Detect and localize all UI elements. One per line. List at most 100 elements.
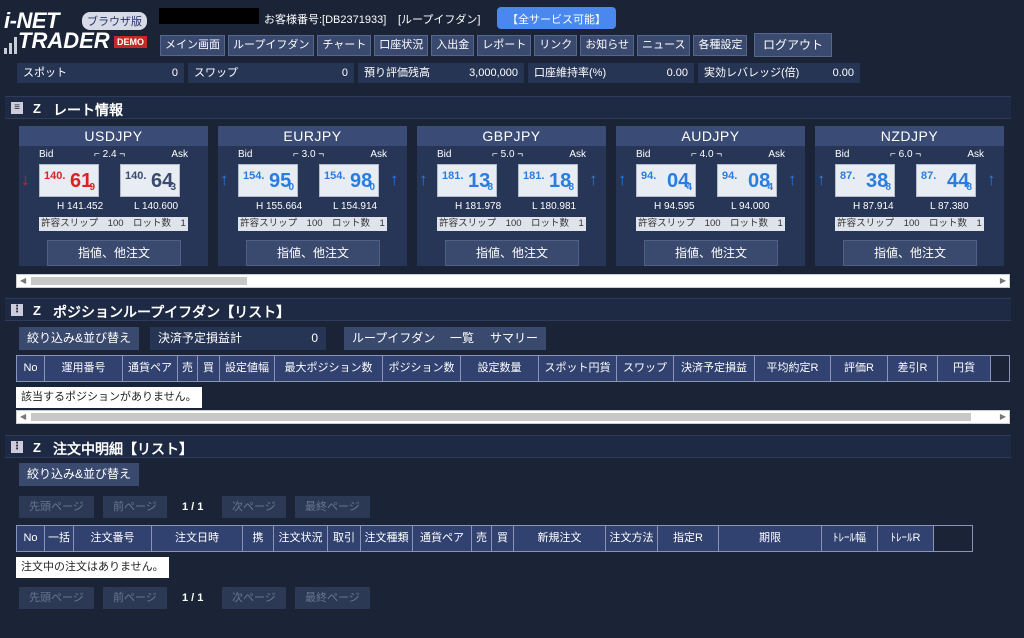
slippage-lot-info[interactable]: 許容スリップ 100 ロット数 1	[636, 217, 785, 231]
position-col-header[interactable]: 設定数量	[461, 356, 539, 381]
collapse-icon[interactable]: Z	[33, 101, 41, 116]
first-page-button-bottom[interactable]: 先頭ページ	[19, 587, 94, 609]
nav-loopifdone[interactable]: ループイフダン	[228, 35, 315, 56]
nav-link[interactable]: リンク	[534, 35, 578, 56]
collapse-icon[interactable]: Z	[33, 303, 41, 318]
order-col-header[interactable]: 一括	[45, 526, 74, 551]
position-col-header[interactable]: 売	[178, 356, 198, 381]
limit-order-button[interactable]: 指値、他注文	[47, 240, 181, 266]
service-badge[interactable]: 【全サービス可能】	[497, 7, 616, 29]
order-col-header[interactable]: 注文状況	[274, 526, 328, 551]
scroll-right-icon[interactable]: ▶	[1000, 412, 1006, 421]
bid-price-button[interactable]: 94. 04 4	[636, 164, 696, 197]
next-page-button[interactable]: 次ページ	[222, 496, 286, 518]
position-col-header[interactable]: 通貨ペア	[123, 356, 178, 381]
up-arrow-icon: ↑	[419, 170, 428, 189]
position-col-header[interactable]: 運用番号	[45, 356, 123, 381]
scroll-thumb[interactable]	[31, 277, 247, 285]
ask-price-button[interactable]: 87. 44 8	[916, 164, 976, 197]
order-col-header[interactable]: ﾄﾚｰﾙR	[878, 526, 934, 551]
position-col-header[interactable]: 決済予定損益	[674, 356, 755, 381]
bid-price-button[interactable]: 181. 13 8	[437, 164, 497, 197]
summary-button[interactable]: サマリー	[482, 327, 547, 350]
bid-price-button[interactable]: 154. 95 0	[238, 164, 298, 197]
order-col-header[interactable]: ﾄﾚｰﾙ幅	[822, 526, 878, 551]
scroll-left-icon[interactable]: ◀	[20, 412, 26, 421]
ask-price-button[interactable]: 181. 18 8	[518, 164, 578, 197]
nav-report[interactable]: レポート	[477, 35, 532, 56]
nav-deposit[interactable]: 入出金	[431, 35, 475, 56]
loop-button[interactable]: ループイフダン	[344, 327, 444, 350]
bid-label: Bid	[835, 149, 850, 160]
limit-order-button[interactable]: 指値、他注文	[246, 240, 380, 266]
scroll-thumb[interactable]	[31, 413, 971, 421]
order-filter-button[interactable]: 絞り込み&並び替え	[19, 463, 140, 486]
position-col-header[interactable]: 円貨	[938, 356, 991, 381]
limit-order-button[interactable]: 指値、他注文	[843, 240, 977, 266]
order-col-header[interactable]: 指定R	[658, 526, 719, 551]
order-col-header[interactable]: 買	[492, 526, 514, 551]
order-col-header[interactable]: 注文番号	[74, 526, 152, 551]
summary-value: 0	[171, 67, 178, 79]
scroll-left-icon[interactable]: ◀	[20, 276, 26, 285]
order-col-header[interactable]: 通貨ペア	[413, 526, 472, 551]
nav-main[interactable]: メイン画面	[160, 35, 225, 56]
position-col-header[interactable]: 評価R	[831, 356, 888, 381]
collapse-icon[interactable]: Z	[33, 440, 41, 455]
slippage-lot-info[interactable]: 許容スリップ 100 ロット数 1	[437, 217, 586, 231]
bid-price-pip: 4	[686, 182, 692, 193]
first-page-button[interactable]: 先頭ページ	[19, 496, 94, 518]
order-col-header[interactable]: 売	[472, 526, 492, 551]
position-col-header[interactable]: 最大ポジション数	[275, 356, 383, 381]
pair-title: NZDJPY	[815, 126, 1004, 146]
limit-order-button[interactable]: 指値、他注文	[644, 240, 778, 266]
order-col-header[interactable]: 携	[243, 526, 274, 551]
slippage-lot-info[interactable]: 許容スリップ 100 ロット数 1	[835, 217, 984, 231]
nav-chart[interactable]: チャート	[317, 35, 372, 56]
order-col-header[interactable]: 注文日時	[152, 526, 243, 551]
nav-notice[interactable]: お知らせ	[580, 35, 635, 56]
slippage-lot-info[interactable]: 許容スリップ 100 ロット数 1	[39, 217, 188, 231]
logout-button[interactable]: ログアウト	[754, 33, 833, 57]
prev-page-button[interactable]: 前ページ	[103, 496, 167, 518]
bid-price-button[interactable]: 140. 61 9	[39, 164, 99, 197]
position-col-header[interactable]: No	[17, 356, 45, 381]
up-arrow-icon: ↑	[987, 170, 996, 189]
position-col-header[interactable]: スワップ	[617, 356, 674, 381]
position-col-header[interactable]: 差引R	[888, 356, 938, 381]
prev-page-button-bottom[interactable]: 前ページ	[103, 587, 167, 609]
position-filter-button[interactable]: 絞り込み&並び替え	[19, 327, 140, 350]
low-price: L 87.380	[930, 201, 969, 212]
order-col-header[interactable]: 期限	[719, 526, 822, 551]
position-col-header[interactable]: ポジション数	[383, 356, 461, 381]
bid-price-button[interactable]: 87. 38 8	[835, 164, 895, 197]
nav-settings[interactable]: 各種設定	[693, 35, 748, 56]
summary-value: 0	[341, 67, 348, 79]
order-col-header[interactable]: No	[17, 526, 45, 551]
last-page-button[interactable]: 最終ページ	[295, 496, 370, 518]
last-page-button-bottom[interactable]: 最終ページ	[295, 587, 370, 609]
limit-order-button[interactable]: 指値、他注文	[445, 240, 579, 266]
order-col-header[interactable]: 取引	[328, 526, 361, 551]
order-col-header[interactable]: 注文種類	[361, 526, 413, 551]
position-scrollbar[interactable]: ◀ ▶	[16, 410, 1010, 424]
position-col-header[interactable]: スポット円貨	[539, 356, 617, 381]
list-button[interactable]: 一覧	[442, 327, 483, 350]
scroll-right-icon[interactable]: ▶	[1000, 276, 1006, 285]
position-col-header[interactable]: 設定値幅	[220, 356, 275, 381]
rate-scrollbar[interactable]: ◀ ▶	[16, 274, 1010, 288]
grid-icon[interactable]: ⋮	[11, 304, 23, 316]
nav-news[interactable]: ニュース	[637, 35, 691, 56]
order-col-header[interactable]: 注文方法	[606, 526, 658, 551]
position-col-header[interactable]: 買	[198, 356, 220, 381]
nav-account[interactable]: 口座状況	[374, 35, 429, 56]
order-col-header[interactable]: 新規注文	[514, 526, 606, 551]
ask-price-button[interactable]: 140. 64 3	[120, 164, 180, 197]
menu-icon[interactable]: ≡	[11, 102, 23, 114]
slippage-lot-info[interactable]: 許容スリップ 100 ロット数 1	[238, 217, 387, 231]
ask-price-button[interactable]: 154. 98 0	[319, 164, 379, 197]
ask-price-button[interactable]: 94. 08 4	[717, 164, 777, 197]
position-col-header[interactable]: 平均約定R	[755, 356, 831, 381]
next-page-button-bottom[interactable]: 次ページ	[222, 587, 286, 609]
grid-icon[interactable]: ⋮	[11, 441, 23, 453]
